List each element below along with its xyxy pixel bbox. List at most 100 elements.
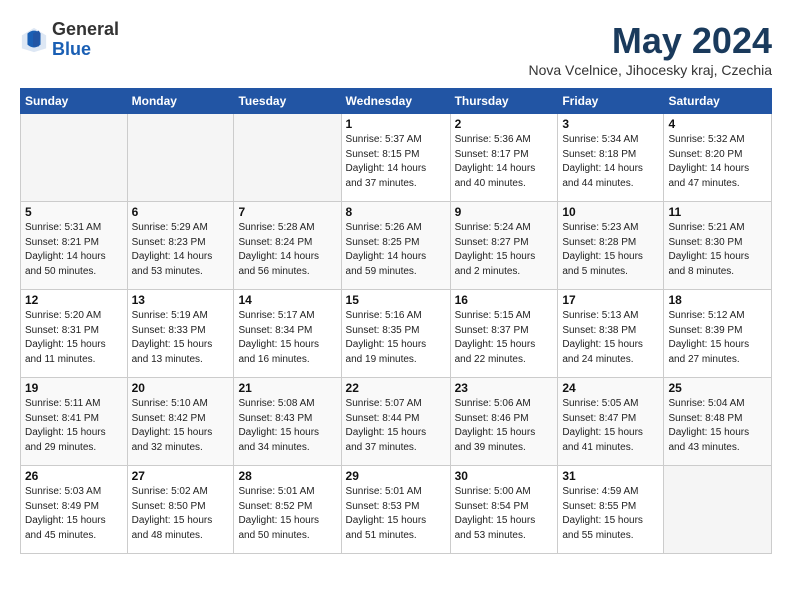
day-number-15: 15 <box>346 293 446 307</box>
day-18: 18Sunrise: 5:12 AM Sunset: 8:39 PM Dayli… <box>664 290 772 378</box>
day-31: 31 Sunrise: 4:59 AM Sunset: 8:55 PM Dayli… <box>558 466 664 554</box>
day-28: 28 Sunrise: 5:01 AM Sunset: 8:52 PM Dayli… <box>234 466 341 554</box>
week-row-3: 12Sunrise: 5:20 AM Sunset: 8:31 PM Dayli… <box>21 290 772 378</box>
logo: General Blue <box>20 20 119 60</box>
day-info-30: Sunrise: 5:00 AM Sunset: 8:54 PM Dayligh… <box>455 485 554 543</box>
day-26: 26 Sunrise: 5:03 AM Sunset: 8:49 PM Dayli… <box>21 466 128 554</box>
day-6: 6 Sunrise: 5:29 AM Sunset: 8:23 PM Daylig… <box>127 202 234 290</box>
weekday-monday: Monday <box>127 89 234 114</box>
logo-icon <box>20 26 48 54</box>
day-number-24: 24 <box>562 381 659 395</box>
day-10: 10Sunrise: 5:23 AM Sunset: 8:28 PM Dayli… <box>558 202 664 290</box>
day-info-22: Sunrise: 5:07 AM Sunset: 8:44 PM Dayligh… <box>346 397 446 455</box>
weekday-sunday: Sunday <box>21 89 128 114</box>
week-row-5: 26 Sunrise: 5:03 AM Sunset: 8:49 PM Dayli… <box>21 466 772 554</box>
day-number-12: 12 <box>25 293 123 307</box>
day-info-25: Sunrise: 5:04 AM Sunset: 8:48 PM Dayligh… <box>668 397 767 455</box>
day-info-14: Sunrise: 5:17 AM Sunset: 8:34 PM Dayligh… <box>238 309 336 367</box>
day-number-18: 18 <box>668 293 767 307</box>
day-number-27: 27 <box>132 469 230 483</box>
calendar-header: SundayMondayTuesdayWednesdayThursdayFrid… <box>21 89 772 114</box>
day-info-26: Sunrise: 5:03 AM Sunset: 8:49 PM Dayligh… <box>25 485 123 543</box>
day-5: 5Sunrise: 5:31 AM Sunset: 8:21 PM Daylig… <box>21 202 128 290</box>
page-header: General Blue May 2024 Nova Vcelnice, Jih… <box>20 20 772 78</box>
day-12: 12Sunrise: 5:20 AM Sunset: 8:31 PM Dayli… <box>21 290 128 378</box>
day-number-10: 10 <box>562 205 659 219</box>
day-19: 19Sunrise: 5:11 AM Sunset: 8:41 PM Dayli… <box>21 378 128 466</box>
day-number-28: 28 <box>238 469 336 483</box>
day-number-23: 23 <box>455 381 554 395</box>
day-1: 1 Sunrise: 5:37 AM Sunset: 8:15 PM Daylig… <box>341 114 450 202</box>
day-14: 14 Sunrise: 5:17 AM Sunset: 8:34 PM Dayli… <box>234 290 341 378</box>
day-27: 27Sunrise: 5:02 AM Sunset: 8:50 PM Dayli… <box>127 466 234 554</box>
day-info-20: Sunrise: 5:10 AM Sunset: 8:42 PM Dayligh… <box>132 397 230 455</box>
day-info-1: Sunrise: 5:37 AM Sunset: 8:15 PM Dayligh… <box>346 133 446 191</box>
day-info-13: Sunrise: 5:19 AM Sunset: 8:33 PM Dayligh… <box>132 309 230 367</box>
day-info-17: Sunrise: 5:13 AM Sunset: 8:38 PM Dayligh… <box>562 309 659 367</box>
calendar-table: SundayMondayTuesdayWednesdayThursdayFrid… <box>20 88 772 554</box>
logo-general-text: General <box>52 20 119 40</box>
day-info-19: Sunrise: 5:11 AM Sunset: 8:41 PM Dayligh… <box>25 397 123 455</box>
day-number-13: 13 <box>132 293 230 307</box>
day-info-21: Sunrise: 5:08 AM Sunset: 8:43 PM Dayligh… <box>238 397 336 455</box>
logo-text: General Blue <box>52 20 119 60</box>
day-number-26: 26 <box>25 469 123 483</box>
day-info-29: Sunrise: 5:01 AM Sunset: 8:53 PM Dayligh… <box>346 485 446 543</box>
day-22: 22Sunrise: 5:07 AM Sunset: 8:44 PM Dayli… <box>341 378 450 466</box>
day-23: 23 Sunrise: 5:06 AM Sunset: 8:46 PM Dayli… <box>450 378 558 466</box>
day-30: 30 Sunrise: 5:00 AM Sunset: 8:54 PM Dayli… <box>450 466 558 554</box>
day-21: 21 Sunrise: 5:08 AM Sunset: 8:43 PM Dayli… <box>234 378 341 466</box>
day-number-21: 21 <box>238 381 336 395</box>
weekday-friday: Friday <box>558 89 664 114</box>
weekday-tuesday: Tuesday <box>234 89 341 114</box>
day-number-8: 8 <box>346 205 446 219</box>
day-info-8: Sunrise: 5:26 AM Sunset: 8:25 PM Dayligh… <box>346 221 446 279</box>
day-info-6: Sunrise: 5:29 AM Sunset: 8:23 PM Dayligh… <box>132 221 230 279</box>
day-2: 2Sunrise: 5:36 AM Sunset: 8:17 PM Daylig… <box>450 114 558 202</box>
day-11: 11 Sunrise: 5:21 AM Sunset: 8:30 PM Dayli… <box>664 202 772 290</box>
weekday-saturday: Saturday <box>664 89 772 114</box>
calendar-body: 1 Sunrise: 5:37 AM Sunset: 8:15 PM Daylig… <box>21 114 772 554</box>
week-row-2: 5Sunrise: 5:31 AM Sunset: 8:21 PM Daylig… <box>21 202 772 290</box>
month-title: May 2024 <box>528 20 772 62</box>
day-info-7: Sunrise: 5:28 AM Sunset: 8:24 PM Dayligh… <box>238 221 336 279</box>
day-number-30: 30 <box>455 469 554 483</box>
day-number-7: 7 <box>238 205 336 219</box>
day-number-6: 6 <box>132 205 230 219</box>
day-info-16: Sunrise: 5:15 AM Sunset: 8:37 PM Dayligh… <box>455 309 554 367</box>
day-number-20: 20 <box>132 381 230 395</box>
day-24: 24 Sunrise: 5:05 AM Sunset: 8:47 PM Dayli… <box>558 378 664 466</box>
empty-cell <box>21 114 128 202</box>
day-29: 29Sunrise: 5:01 AM Sunset: 8:53 PM Dayli… <box>341 466 450 554</box>
day-4: 4 Sunrise: 5:32 AM Sunset: 8:20 PM Daylig… <box>664 114 772 202</box>
day-info-4: Sunrise: 5:32 AM Sunset: 8:20 PM Dayligh… <box>668 133 767 191</box>
day-number-1: 1 <box>346 117 446 131</box>
day-number-25: 25 <box>668 381 767 395</box>
day-info-31: Sunrise: 4:59 AM Sunset: 8:55 PM Dayligh… <box>562 485 659 543</box>
day-info-28: Sunrise: 5:01 AM Sunset: 8:52 PM Dayligh… <box>238 485 336 543</box>
day-info-24: Sunrise: 5:05 AM Sunset: 8:47 PM Dayligh… <box>562 397 659 455</box>
day-9: 9Sunrise: 5:24 AM Sunset: 8:27 PM Daylig… <box>450 202 558 290</box>
day-13: 13 Sunrise: 5:19 AM Sunset: 8:33 PM Dayli… <box>127 290 234 378</box>
day-number-2: 2 <box>455 117 554 131</box>
day-17: 17Sunrise: 5:13 AM Sunset: 8:38 PM Dayli… <box>558 290 664 378</box>
weekday-header-row: SundayMondayTuesdayWednesdayThursdayFrid… <box>21 89 772 114</box>
day-number-4: 4 <box>668 117 767 131</box>
day-number-31: 31 <box>562 469 659 483</box>
day-number-3: 3 <box>562 117 659 131</box>
day-number-11: 11 <box>668 205 767 219</box>
day-info-11: Sunrise: 5:21 AM Sunset: 8:30 PM Dayligh… <box>668 221 767 279</box>
day-info-5: Sunrise: 5:31 AM Sunset: 8:21 PM Dayligh… <box>25 221 123 279</box>
day-info-3: Sunrise: 5:34 AM Sunset: 8:18 PM Dayligh… <box>562 133 659 191</box>
title-block: May 2024 Nova Vcelnice, Jihocesky kraj, … <box>528 20 772 78</box>
empty-cell <box>664 466 772 554</box>
day-7: 7 Sunrise: 5:28 AM Sunset: 8:24 PM Daylig… <box>234 202 341 290</box>
week-row-4: 19Sunrise: 5:11 AM Sunset: 8:41 PM Dayli… <box>21 378 772 466</box>
empty-cell <box>127 114 234 202</box>
day-16: 16Sunrise: 5:15 AM Sunset: 8:37 PM Dayli… <box>450 290 558 378</box>
day-info-23: Sunrise: 5:06 AM Sunset: 8:46 PM Dayligh… <box>455 397 554 455</box>
day-3: 3 Sunrise: 5:34 AM Sunset: 8:18 PM Daylig… <box>558 114 664 202</box>
day-20: 20 Sunrise: 5:10 AM Sunset: 8:42 PM Dayli… <box>127 378 234 466</box>
day-number-14: 14 <box>238 293 336 307</box>
day-8: 8 Sunrise: 5:26 AM Sunset: 8:25 PM Daylig… <box>341 202 450 290</box>
